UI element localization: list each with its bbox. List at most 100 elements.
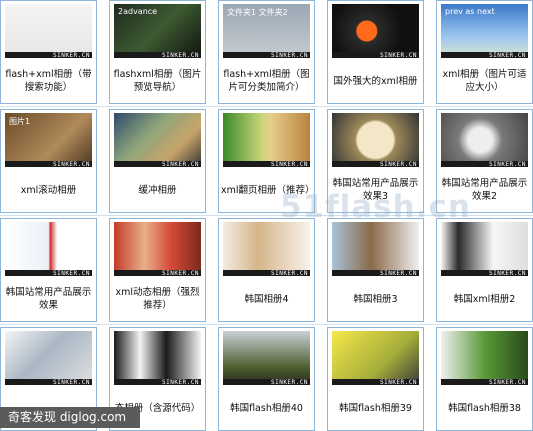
thumbnail-strip: SINKER.CN [223, 52, 310, 58]
thumbnail-strip: SINKER.CN [5, 270, 92, 276]
thumbnail-watermark: SINKER.CN [270, 379, 308, 385]
album-card[interactable]: 2advance SINKER.CN flashxml相册（图片预览导航） [109, 0, 206, 104]
album-thumbnail[interactable]: SINKER.CN [114, 113, 201, 167]
thumbnail-watermark: SINKER.CN [52, 161, 90, 167]
thumbnail-watermark: SINKER.CN [161, 270, 199, 276]
album-card[interactable]: SINKER.CN 韩国flash相册39 [327, 327, 424, 431]
album-thumbnail[interactable]: prev as next SINKER.CN [441, 4, 528, 58]
album-card[interactable]: SINKER.CN 韩国站常用产品展示效果2 [436, 109, 533, 213]
album-thumbnail[interactable]: SINKER.CN [5, 222, 92, 276]
thumbnail-strip: SINKER.CN [332, 161, 419, 167]
album-thumbnail[interactable]: 图片1 SINKER.CN [5, 113, 92, 167]
album-card[interactable]: SINKER.CN 韩国xml相册2 [436, 218, 533, 322]
album-thumbnail[interactable]: SINKER.CN [441, 113, 528, 167]
album-thumbnail[interactable]: SINKER.CN [114, 331, 201, 385]
album-card[interactable]: 图片1 SINKER.CN xml滚动相册 [0, 109, 97, 213]
album-thumbnail[interactable]: SINKER.CN [441, 222, 528, 276]
album-thumbnail[interactable]: SINKER.CN [332, 113, 419, 167]
album-thumbnail[interactable]: SINKER.CN [223, 222, 310, 276]
album-caption[interactable]: xml动态相册（强烈推荐） [112, 281, 203, 317]
thumbnail-strip: SINKER.CN [223, 379, 310, 385]
thumbnail-strip: SINKER.CN [332, 379, 419, 385]
thumbnail-watermark: SINKER.CN [379, 379, 417, 385]
thumbnail-strip: SINKER.CN [441, 379, 528, 385]
thumbnail-strip: SINKER.CN [5, 379, 92, 385]
album-card[interactable]: SINKER.CN 韩国flash相册38 [436, 327, 533, 431]
thumbnail-strip: SINKER.CN [114, 52, 201, 58]
thumbnail-watermark: SINKER.CN [270, 270, 308, 276]
album-thumbnail[interactable]: SINKER.CN [223, 113, 310, 167]
album-card[interactable]: SINKER.CN 国外强大的xml相册 [327, 0, 424, 104]
album-thumbnail[interactable]: SINKER.CN [332, 331, 419, 385]
album-thumbnail[interactable]: SINKER.CN [5, 4, 92, 58]
album-grid: SINKER.CN flash+xml相册（带搜索功能） 2advance SINKE… [0, 0, 533, 431]
album-card[interactable]: 文件夹1 文件夹2 SINKER.CN flash+xml相册（图片可分类加简介） [218, 0, 315, 104]
album-card[interactable]: SINKER.CN 韩国站常用产品展示效果3 [327, 109, 424, 213]
album-card[interactable]: SINKER.CN flash+xml相册（带搜索功能） [0, 0, 97, 104]
row-separator [0, 215, 533, 216]
thumbnail-strip: SINKER.CN [5, 52, 92, 58]
album-thumbnail[interactable]: SINKER.CN [332, 4, 419, 58]
thumbnail-strip: SINKER.CN [223, 270, 310, 276]
thumbnail-watermark: SINKER.CN [488, 161, 526, 167]
thumbnail-strip: SINKER.CN [5, 161, 92, 167]
album-card[interactable]: SINKER.CN xml动态相册（强烈推荐） [109, 218, 206, 322]
thumbnail-strip: SINKER.CN [332, 270, 419, 276]
album-caption[interactable]: 韩国flash相册40 [221, 390, 312, 426]
thumbnail-strip: SINKER.CN [332, 52, 419, 58]
row-separator [0, 106, 533, 107]
credit-bar: 奇客发现 diglog.com [0, 407, 140, 428]
album-caption[interactable]: 国外强大的xml相册 [330, 63, 421, 99]
album-card[interactable]: SINKER.CN 韩国站常用产品展示效果 [0, 218, 97, 322]
album-caption[interactable]: 韩国站常用产品展示效果2 [439, 172, 530, 208]
album-thumbnail[interactable]: SINKER.CN [223, 331, 310, 385]
thumbnail-watermark: SINKER.CN [52, 379, 90, 385]
thumbnail-watermark: SINKER.CN [379, 270, 417, 276]
thumbnail-overlay-text: prev as next [445, 7, 495, 16]
thumbnail-overlay-text: 图片1 [9, 117, 31, 126]
thumbnail-strip: SINKER.CN [223, 161, 310, 167]
album-thumbnail[interactable]: SINKER.CN [5, 331, 92, 385]
thumbnail-watermark: SINKER.CN [270, 52, 308, 58]
album-caption[interactable]: xml滚动相册 [3, 172, 94, 208]
album-card[interactable]: SINKER.CN 缓冲相册 [109, 109, 206, 213]
album-caption[interactable]: 缓冲相册 [112, 172, 203, 208]
album-card[interactable]: SINKER.CN 韩国相册3 [327, 218, 424, 322]
album-caption[interactable]: 韩国站常用产品展示效果 [3, 281, 94, 317]
album-caption[interactable]: 韩国相册3 [330, 281, 421, 317]
album-thumbnail[interactable]: 文件夹1 文件夹2 SINKER.CN [223, 4, 310, 58]
album-thumbnail[interactable]: 2advance SINKER.CN [114, 4, 201, 58]
thumbnail-watermark: SINKER.CN [161, 379, 199, 385]
album-caption[interactable]: 韩国相册4 [221, 281, 312, 317]
album-caption[interactable]: xml翻页相册（推荐） [221, 172, 314, 208]
album-caption[interactable]: 韩国flash相册38 [439, 390, 530, 426]
thumbnail-watermark: SINKER.CN [52, 270, 90, 276]
thumbnail-watermark: SINKER.CN [52, 52, 90, 58]
album-thumbnail[interactable]: SINKER.CN [332, 222, 419, 276]
row-separator [0, 324, 533, 325]
thumbnail-strip: SINKER.CN [441, 52, 528, 58]
album-card[interactable]: SINKER.CN 韩国flash相册40 [218, 327, 315, 431]
album-thumbnail[interactable]: SINKER.CN [441, 331, 528, 385]
album-card[interactable]: SINKER.CN xml翻页相册（推荐） [218, 109, 315, 213]
album-caption[interactable]: flashxml相册（图片预览导航） [112, 63, 203, 99]
thumbnail-strip: SINKER.CN [114, 379, 201, 385]
album-thumbnail[interactable]: SINKER.CN [114, 222, 201, 276]
thumbnail-watermark: SINKER.CN [488, 270, 526, 276]
album-card[interactable]: SINKER.CN 韩国相册4 [218, 218, 315, 322]
album-card[interactable]: prev as next SINKER.CN xml相册（图片可适应大小） [436, 0, 533, 104]
thumbnail-overlay-text: 文件夹1 文件夹2 [227, 8, 288, 17]
thumbnail-strip: SINKER.CN [114, 270, 201, 276]
thumbnail-strip: SINKER.CN [441, 161, 528, 167]
album-caption[interactable]: flash+xml相册（图片可分类加简介） [221, 63, 312, 99]
album-caption[interactable]: 韩国站常用产品展示效果3 [330, 172, 421, 208]
album-caption[interactable]: flash+xml相册（带搜索功能） [3, 63, 94, 99]
thumbnail-strip: SINKER.CN [441, 270, 528, 276]
thumbnail-watermark: SINKER.CN [379, 52, 417, 58]
thumbnail-watermark: SINKER.CN [379, 161, 417, 167]
album-caption[interactable]: xml相册（图片可适应大小） [439, 63, 530, 99]
album-caption[interactable]: 韩国xml相册2 [439, 281, 530, 317]
thumbnail-watermark: SINKER.CN [488, 52, 526, 58]
album-caption[interactable]: 韩国flash相册39 [330, 390, 421, 426]
thumbnail-strip: SINKER.CN [114, 161, 201, 167]
